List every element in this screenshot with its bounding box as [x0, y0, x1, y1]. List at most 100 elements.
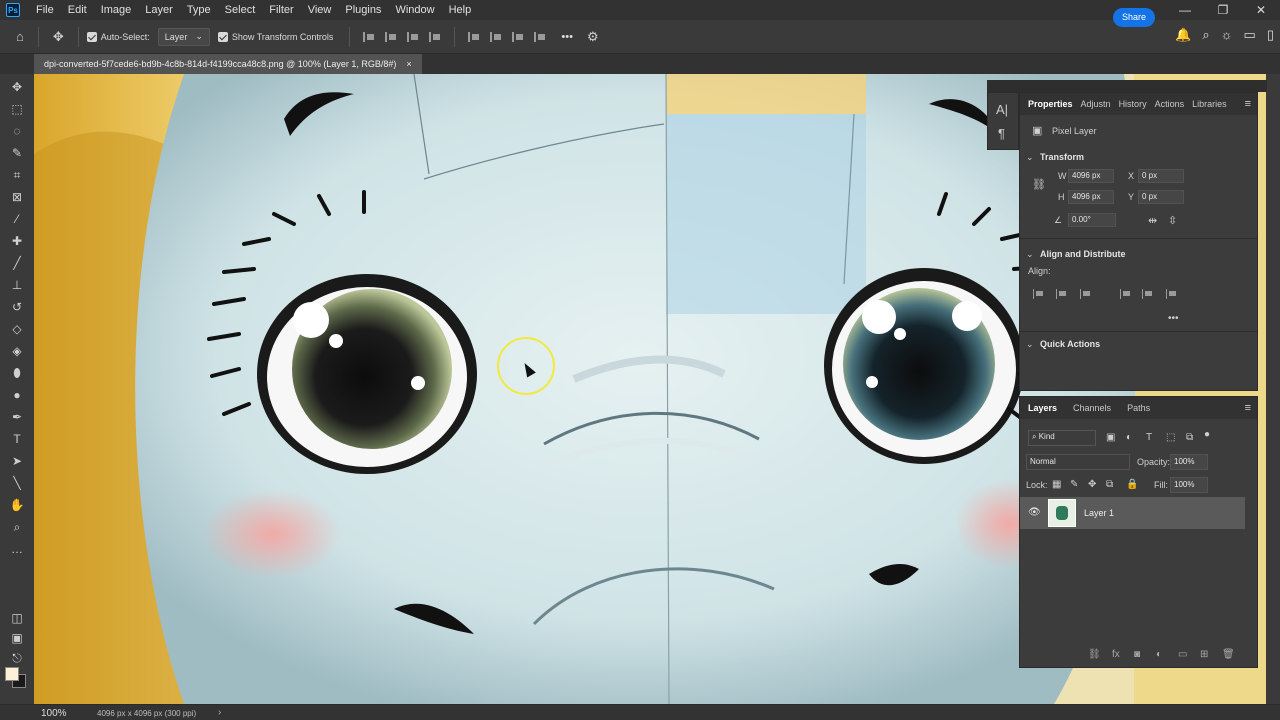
layer-name[interactable]: Layer 1	[1084, 508, 1114, 518]
fill-field[interactable]: 100%	[1170, 477, 1208, 493]
workspace-icon[interactable]: ▭	[1244, 27, 1256, 43]
dodge-tool-icon[interactable]: ●	[8, 387, 26, 403]
menu-type[interactable]: Type	[180, 0, 218, 20]
align-middle-icon[interactable]	[490, 31, 502, 42]
marquee-tool-icon[interactable]: ⬚	[8, 101, 26, 117]
clone-stamp-icon[interactable]: ⊥	[8, 277, 26, 293]
lock-pixels-icon[interactable]: ✎	[1070, 479, 1078, 490]
paint-bucket-icon[interactable]: ◈	[8, 343, 26, 359]
height-field[interactable]: 4096 px	[1068, 190, 1114, 204]
search-icon[interactable]: ⌕	[1202, 27, 1209, 43]
filter-adjustment-icon[interactable]: ◐	[1126, 432, 1132, 443]
panel-toggle-icon[interactable]: ▯	[1267, 27, 1274, 43]
menu-file[interactable]: File	[29, 0, 61, 20]
eye-icon[interactable]: 👁	[1028, 507, 1041, 518]
layer-filter-dropdown[interactable]: ⌕ Kind	[1028, 430, 1096, 446]
lasso-tool-icon[interactable]: ◌	[8, 123, 26, 139]
menu-plugins[interactable]: Plugins	[338, 0, 388, 20]
character-icon[interactable]: A|	[996, 102, 1008, 117]
move-tool-icon[interactable]: ✥	[8, 79, 26, 95]
collapse-quick-actions-icon[interactable]: ⌄	[1026, 339, 1034, 350]
hand-tool-icon[interactable]: ✋	[8, 497, 26, 513]
move-tool-icon[interactable]: ✥	[53, 29, 64, 45]
x-field[interactable]: 0 px	[1138, 169, 1184, 183]
eraser-tool-icon[interactable]: ◇	[8, 321, 26, 337]
adjustment-layer-icon[interactable]: ◐	[1156, 649, 1162, 660]
menu-help[interactable]: Help	[442, 0, 479, 20]
menu-edit[interactable]: Edit	[61, 0, 94, 20]
tab-properties[interactable]: Properties	[1024, 93, 1077, 115]
close-window-button[interactable]: ✕	[1242, 0, 1280, 20]
vertical-scrollbar[interactable]	[1266, 74, 1280, 704]
status-menu-chevron[interactable]: ›	[218, 707, 221, 718]
document-tab[interactable]: dpi-converted-5f7cede6-bd9b-4c8b-814d-f4…	[34, 54, 422, 74]
type-tool-icon[interactable]: T	[8, 431, 26, 447]
lock-transparency-icon[interactable]: ▦	[1052, 479, 1061, 490]
gear-icon[interactable]: ⚙	[587, 29, 599, 45]
tab-paths[interactable]: Paths	[1123, 397, 1154, 419]
more-tools-icon[interactable]: …	[8, 541, 26, 557]
path-select-icon[interactable]: ➤	[8, 453, 26, 469]
distribute-vertical-icon[interactable]	[534, 31, 546, 42]
screen-mode-icon[interactable]: ▣	[8, 630, 26, 646]
more-options-button[interactable]: •••	[561, 31, 573, 43]
new-group-icon[interactable]: ▭	[1178, 649, 1187, 660]
tab-actions[interactable]: Actions	[1151, 93, 1189, 115]
filter-type-icon[interactable]: T	[1146, 432, 1152, 443]
share-button[interactable]: Share	[1113, 8, 1155, 27]
align-horizontal-centers-icon[interactable]	[1056, 289, 1068, 299]
link-icon[interactable]: ⛓	[1032, 178, 1046, 191]
align-section-title[interactable]: Align and Distribute	[1040, 249, 1126, 259]
y-field[interactable]: 0 px	[1138, 190, 1184, 204]
filter-smart-object-icon[interactable]: ⧉	[1186, 432, 1193, 443]
layer-style-icon[interactable]: fx	[1112, 649, 1120, 660]
link-layers-icon[interactable]: ⛓	[1088, 649, 1101, 660]
minimize-button[interactable]: —	[1166, 0, 1204, 20]
lock-artboard-icon[interactable]: ⧉	[1106, 479, 1113, 490]
align-bottom-icon[interactable]	[512, 31, 524, 42]
angle-field[interactable]: 0.00°	[1068, 213, 1116, 227]
align-top-icon[interactable]	[468, 31, 480, 42]
quick-select-tool-icon[interactable]: ✎	[8, 145, 26, 161]
zoom-tool-icon[interactable]: ⌕	[8, 519, 26, 535]
new-layer-icon[interactable]: ⊞	[1200, 649, 1208, 660]
layer-row[interactable]: 👁 Layer 1	[1020, 497, 1245, 529]
frame-tool-icon[interactable]: ⊠	[8, 189, 26, 205]
lock-position-icon[interactable]: ✥	[1088, 479, 1096, 490]
healing-brush-icon[interactable]: ✚	[8, 233, 26, 249]
panel-menu-icon[interactable]: ≡	[1245, 93, 1251, 115]
menu-window[interactable]: Window	[388, 0, 441, 20]
align-right-icon[interactable]	[407, 31, 419, 42]
share-tool-icon[interactable]: ⎋	[8, 650, 26, 666]
blur-tool-icon[interactable]: ⬮	[8, 365, 26, 381]
delete-layer-icon[interactable]: 🗑	[1222, 649, 1235, 660]
discover-icon[interactable]: ☼	[1221, 27, 1233, 43]
filter-toggle-icon[interactable]: ●	[1204, 429, 1210, 440]
width-field[interactable]: 4096 px	[1068, 169, 1114, 183]
flip-horizontal-icon[interactable]: ⇹	[1148, 214, 1157, 227]
bell-icon[interactable]: 🔔	[1175, 27, 1191, 43]
home-icon[interactable]: ⌂	[16, 29, 24, 44]
align-vertical-centers-icon[interactable]	[1142, 289, 1154, 299]
align-top-edges-icon[interactable]	[1120, 289, 1132, 299]
flip-vertical-icon[interactable]: ⇳	[1168, 214, 1177, 227]
menu-view[interactable]: View	[301, 0, 339, 20]
eyedropper-tool-icon[interactable]: ⁄	[8, 211, 26, 227]
tab-libraries[interactable]: Libraries	[1188, 93, 1231, 115]
brush-tool-icon[interactable]: ╱	[8, 255, 26, 271]
align-left-icon[interactable]	[363, 31, 375, 42]
tab-adjustments[interactable]: Adjustn	[1077, 93, 1115, 115]
show-transform-checkbox[interactable]	[217, 31, 228, 42]
align-center-icon[interactable]	[385, 31, 397, 42]
layers-panel-menu-icon[interactable]: ≡	[1245, 397, 1251, 419]
crop-tool-icon[interactable]: ⌗	[8, 167, 26, 183]
zoom-level[interactable]: 100%	[41, 708, 67, 719]
paragraph-icon[interactable]: ¶	[998, 126, 1005, 141]
collapse-align-icon[interactable]: ⌄	[1026, 249, 1034, 260]
quick-mask-icon[interactable]: ◫	[8, 610, 26, 626]
line-tool-icon[interactable]: ╲	[8, 475, 26, 491]
distribute-icon[interactable]	[429, 31, 441, 42]
opacity-field[interactable]: 100%	[1170, 454, 1208, 470]
menu-layer[interactable]: Layer	[138, 0, 180, 20]
add-mask-icon[interactable]: ◙	[1134, 649, 1140, 660]
